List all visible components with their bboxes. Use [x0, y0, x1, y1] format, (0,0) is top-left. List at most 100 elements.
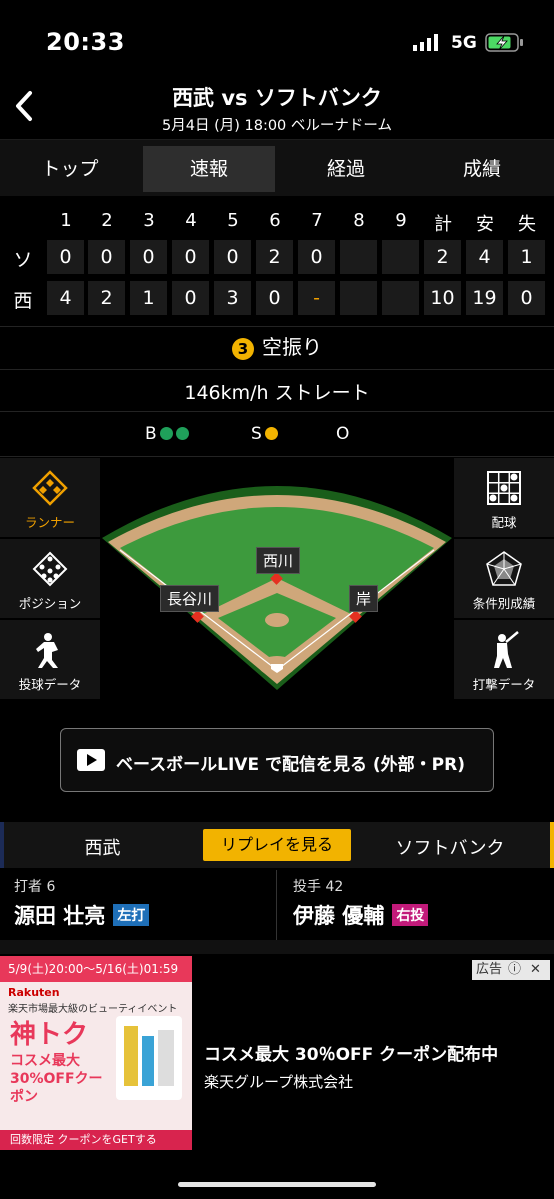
ad-title[interactable]: コスメ最大 30％OFF クーポン配布中: [204, 1040, 498, 1065]
play-result-text: 空振り: [262, 335, 322, 359]
ad-brand: Rakuten: [8, 986, 60, 999]
total-score: 1: [508, 240, 545, 274]
play-icon: [77, 749, 105, 771]
pitcher-info[interactable]: 投手 42 伊藤 優輔 右投: [293, 876, 429, 930]
total-score: 0: [508, 281, 545, 315]
ad-offer: コスメ最大30%OFFクーポン: [10, 1053, 103, 1105]
inning-score: [340, 240, 377, 274]
ad-badge[interactable]: 広告 ⓘ ✕: [472, 960, 550, 980]
scoreboard-header: 安: [476, 214, 494, 235]
scoreboard-team: ソ: [13, 249, 33, 271]
baseball-field: 西川 長谷川 岸: [100, 458, 454, 698]
ad-date: 5/9(土)20:00～5/16(土)01:59: [0, 956, 192, 982]
batter-icon: [494, 631, 519, 668]
field-diagram: [100, 482, 454, 698]
inning-score: 0: [47, 240, 84, 274]
ad-info-icon[interactable]: ⓘ: [508, 960, 521, 980]
inning-score: [382, 240, 419, 274]
batter-role: 打者 6: [14, 879, 56, 895]
team-away-tab[interactable]: ソフトバンク: [350, 834, 550, 860]
ad-product-image: [116, 1016, 182, 1100]
scoreboard-team: 西: [13, 290, 33, 312]
ball-count: B: [145, 424, 189, 444]
batter-hand-badge: 左打: [113, 904, 150, 926]
pitcher-role: 投手 42: [293, 879, 344, 895]
total-score: 4: [466, 240, 503, 274]
balls-label: B: [145, 424, 157, 444]
scoreboard-header: 計: [434, 214, 452, 235]
inning-score: 2: [88, 281, 125, 315]
ad-badge-label: 広告: [476, 962, 503, 977]
runner-button[interactable]: ランナー: [0, 458, 100, 537]
scoreboard-header: 9: [395, 210, 407, 231]
out-count: O: [336, 424, 349, 444]
total-score: 2: [424, 240, 461, 274]
scoreboard-header: 6: [269, 210, 281, 231]
fielder-first: 岸: [349, 585, 379, 612]
split-stats-label: 条件別成績: [472, 596, 536, 611]
batter-info[interactable]: 打者 6 源田 壮亮 左打: [14, 876, 150, 930]
network-label: 5G: [451, 33, 477, 53]
inning-score: 2: [256, 240, 293, 274]
inning-score: [382, 281, 419, 315]
pitch-location-button[interactable]: 配球: [454, 458, 554, 537]
ad-image[interactable]: 5/9(土)20:00～5/16(土)01:59 Rakuten 楽天市場最大級…: [0, 956, 192, 1150]
tab-top[interactable]: トップ: [4, 146, 136, 192]
status-time: 20:33: [46, 28, 125, 56]
inning-score: 0: [130, 240, 167, 274]
play-number-badge: 3: [232, 337, 254, 360]
ad-banner-sub: 楽天市場最大級のビューティイベント: [8, 1004, 178, 1015]
pitching-data-label: 投球データ: [18, 677, 82, 692]
tab-bar: トップ 速報 経過 成績: [0, 139, 554, 196]
strikes-label: S: [251, 424, 262, 444]
scoreboard-header: 2: [101, 210, 113, 231]
split-stats-button[interactable]: 条件別成績: [454, 539, 554, 618]
ad-banner[interactable]: 5/9(土)20:00～5/16(土)01:59 Rakuten 楽天市場最大級…: [0, 956, 554, 1150]
total-score: 10: [424, 281, 461, 315]
replay-button[interactable]: リプレイを見る: [203, 829, 351, 861]
ball-dot: [175, 427, 189, 440]
scoreboard-header: 失: [518, 214, 536, 235]
runner-label: ランナー: [24, 515, 75, 530]
page-title: 西武 vs ソフトバンク: [172, 86, 382, 110]
scoreboard-header: 3: [143, 210, 155, 231]
battery-icon: [485, 33, 523, 52]
inning-score: 0: [172, 281, 209, 315]
batting-data-label: 打撃データ: [472, 677, 536, 692]
pitcher-name: 伊藤 優輔: [293, 904, 385, 928]
inning-score: 0: [298, 240, 335, 274]
runner-diamond-icon: [32, 470, 68, 506]
broadcast-button[interactable]: ベースボールLIVE で配信を見る (外部・PR): [60, 728, 494, 792]
scoreboard-header: 7: [311, 210, 323, 231]
inning-score: 0: [214, 240, 251, 274]
inning-score: 4: [47, 281, 84, 315]
team-home-tab[interactable]: 西武: [0, 834, 205, 860]
inning-score: 0: [256, 281, 293, 315]
tab-live[interactable]: 速報: [143, 146, 275, 192]
pitcher-hand-badge: 右投: [392, 904, 429, 926]
scoreboard-header: 1: [60, 210, 72, 231]
strike-dot: [264, 427, 278, 440]
inning-score: -: [298, 281, 335, 315]
position-button[interactable]: ポジション: [0, 539, 100, 618]
signal-icon: [413, 34, 438, 51]
total-score: 19: [466, 281, 503, 315]
inning-score: 0: [172, 240, 209, 274]
home-indicator: [178, 1182, 376, 1187]
away-team-color: [550, 822, 554, 868]
radar-chart-icon: [486, 551, 522, 586]
team-bar: 西武 リプレイを見る ソフトバンク: [0, 822, 554, 868]
position-label: ポジション: [18, 596, 82, 611]
ball-dot: [159, 427, 173, 440]
ad-sponsor: 楽天グループ株式会社: [204, 1073, 354, 1091]
ad-close-icon[interactable]: ✕: [530, 960, 541, 980]
batting-data-button[interactable]: 打撃データ: [454, 620, 554, 699]
pitch-grid-icon: [487, 471, 521, 505]
pitching-data-button[interactable]: 投球データ: [0, 620, 100, 699]
tab-progress[interactable]: 経過: [280, 146, 412, 192]
scoreboard-header: 4: [185, 210, 197, 231]
pitcher-icon: [36, 633, 58, 668]
batter-name: 源田 壮亮: [14, 904, 106, 928]
strike-count: S: [251, 424, 278, 444]
tab-stats[interactable]: 成績: [416, 146, 548, 192]
